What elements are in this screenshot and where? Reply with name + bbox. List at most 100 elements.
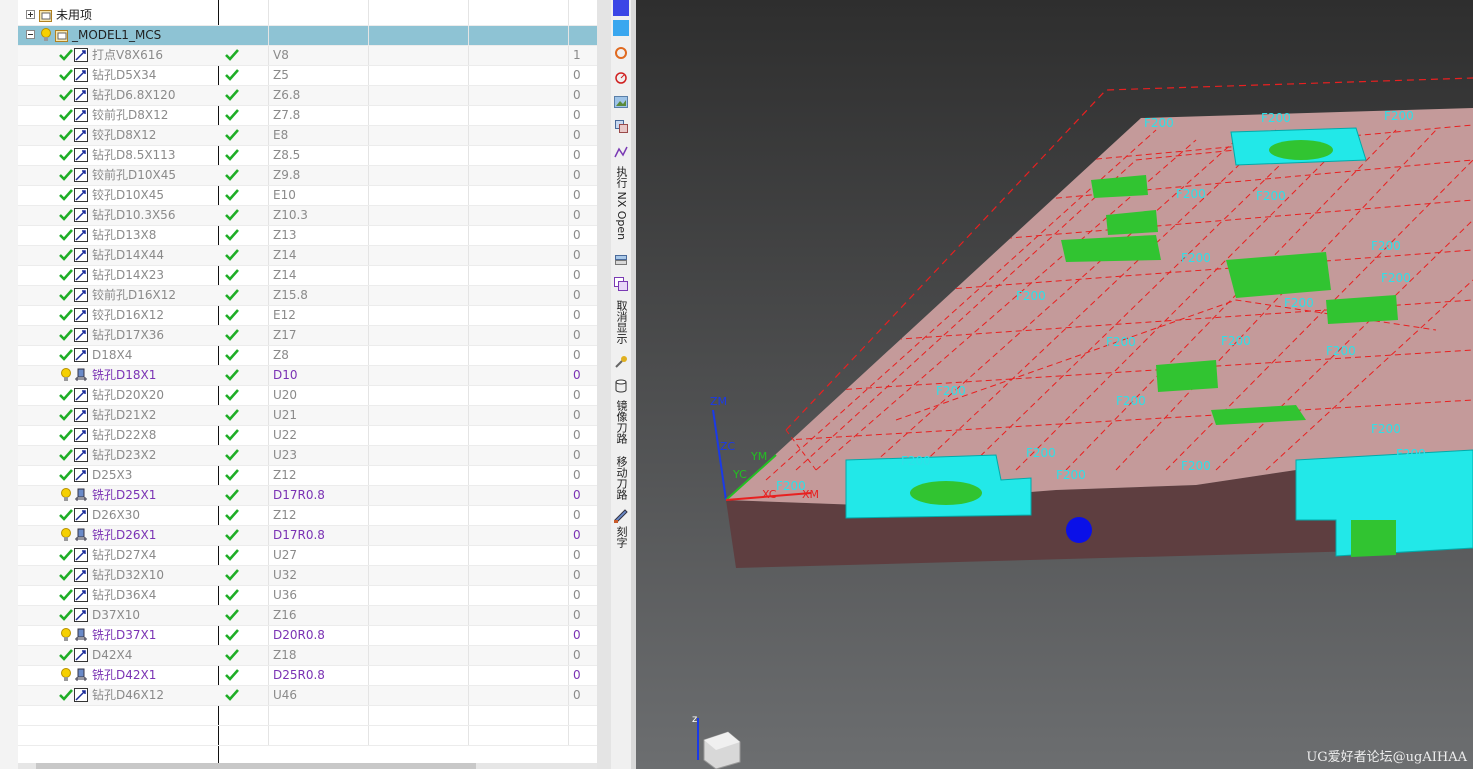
table-row[interactable]: 钻孔D27X4 U27 0	[18, 545, 597, 565]
count-value: 0	[573, 228, 581, 242]
check-icon	[58, 207, 74, 223]
tool-name: D17R0.8	[273, 488, 325, 502]
drill-operation-icon	[73, 587, 89, 603]
row-gridline	[18, 25, 597, 26]
table-row[interactable]: D25X3 Z12 0	[18, 465, 597, 485]
drill-operation-icon	[73, 287, 89, 303]
count-value: 0	[573, 68, 581, 82]
check-icon	[58, 447, 74, 463]
lightblue-square-icon[interactable]	[613, 20, 629, 36]
program-group-icon	[55, 30, 68, 42]
drill-operation-icon	[73, 67, 89, 83]
table-row[interactable]: 铣孔D26X1 D17R0.8 0	[18, 525, 597, 545]
table-row[interactable]: 钻孔D46X12 U46 0	[18, 685, 597, 705]
table-row[interactable]: 钻孔D23X2 U23 0	[18, 445, 597, 465]
left-gutter	[0, 0, 19, 769]
tool-name: U46	[273, 688, 298, 702]
tool-name: U32	[273, 568, 298, 582]
table-row[interactable]: D37X10 Z16 0	[18, 605, 597, 625]
table-row[interactable]: 钻孔D32X10 U32 0	[18, 565, 597, 585]
count-value: 0	[573, 508, 581, 522]
table-row[interactable]: 钻孔D22X8 U22 0	[18, 425, 597, 445]
row-gridline	[18, 225, 597, 226]
operation-name: D25X3	[92, 468, 133, 482]
table-row[interactable]: 钻孔D10.3X56 Z10.3 0	[18, 205, 597, 225]
row-gridline	[18, 465, 597, 466]
row-gridline	[18, 645, 597, 646]
collapse-icon[interactable]	[23, 27, 39, 43]
table-row[interactable]: 钻孔D14X23 Z14 0	[18, 265, 597, 285]
run-nx-open-button[interactable]: 执行 NX Open	[613, 166, 629, 240]
splitter[interactable]	[597, 0, 611, 769]
table-row[interactable]: 铣孔D37X1 D20R0.8 0	[18, 625, 597, 645]
table-row[interactable]: 铣孔D25X1 D17R0.8 0	[18, 485, 597, 505]
table-row[interactable]: D18X4 Z8 0	[18, 345, 597, 365]
operation-name: 铣孔D18X1	[92, 368, 157, 382]
drill-operation-icon	[73, 327, 89, 343]
table-row[interactable]: 打点V8X616 V8 1	[18, 45, 597, 65]
tool-name: E10	[273, 188, 296, 202]
table-row[interactable]: 铰孔D8X12 E8 0	[18, 125, 597, 145]
table-row[interactable]: D26X30 Z12 0	[18, 505, 597, 525]
table-row[interactable]: 铣孔D42X1 D25R0.8 0	[18, 665, 597, 685]
table-row[interactable]: 钻孔D36X4 U36 0	[18, 585, 597, 605]
path-icon[interactable]	[613, 144, 629, 160]
table-row[interactable]: 铰前孔D8X12 Z7.8 0	[18, 105, 597, 125]
table-row[interactable]: 钻孔D21X2 U21 0	[18, 405, 597, 425]
path-status-check-icon	[224, 347, 240, 363]
path-status-check-icon	[224, 67, 240, 83]
table-row[interactable]: 铣孔D18X1 D10 0	[18, 365, 597, 385]
column-gridline	[268, 0, 269, 745]
svg-text:F200: F200	[1221, 334, 1251, 348]
cancel-display-button[interactable]: 取消显示	[613, 300, 629, 344]
table-row[interactable]: 钻孔D6.8X120 Z6.8 0	[18, 85, 597, 105]
count-value: 1	[573, 48, 581, 62]
mirror-toolpath-button[interactable]: 镜像刀路	[613, 400, 629, 444]
operation-name: 钻孔D6.8X120	[92, 88, 176, 102]
tool-name: Z17	[273, 328, 297, 342]
operation-name: D42X4	[92, 648, 133, 662]
table-row[interactable]: 钻孔D13X8 Z13 0	[18, 225, 597, 245]
image-icon[interactable]	[613, 94, 629, 110]
move-toolpath-button[interactable]: 移动刀路	[613, 456, 629, 500]
expand-icon[interactable]	[23, 7, 39, 23]
table-row[interactable]: 钻孔D5X34 Z5 0	[18, 65, 597, 85]
drill-operation-icon	[73, 567, 89, 583]
cylinder-icon[interactable]	[613, 378, 629, 394]
table-row[interactable]: 铰孔D16X12 E12 0	[18, 305, 597, 325]
table-row[interactable]: D42X4 Z18 0	[18, 645, 597, 665]
copy-icon[interactable]	[613, 118, 629, 134]
table-row[interactable]: 铰前孔D10X45 Z9.8 0	[18, 165, 597, 185]
layers-icon[interactable]	[613, 252, 629, 268]
drill-operation-icon	[73, 307, 89, 323]
tool-name: U22	[273, 428, 298, 442]
operation-navigator[interactable]: 未用项 _MODEL1_MCS 打点V8X616 V8 1 钻孔D5X34 Z5 0 钻孔D…	[18, 0, 597, 769]
circle-icon[interactable]	[613, 45, 629, 61]
multi-window-icon[interactable]	[613, 276, 629, 292]
tool-name: Z7.8	[273, 108, 301, 122]
table-row[interactable]: 钻孔D8.5X113 Z8.5 0	[18, 145, 597, 165]
engrave-button[interactable]: 刻字	[613, 526, 629, 548]
table-row[interactable]: 钻孔D17X36 Z17 0	[18, 325, 597, 345]
scroll-thumb[interactable]	[36, 763, 476, 769]
3d-model-view[interactable]: F200 F200 F200 F200 F200 F200 F200 F200 …	[636, 0, 1473, 769]
check-icon	[58, 147, 74, 163]
engrave-icon[interactable]	[613, 508, 629, 524]
tree-node-program-group[interactable]: _MODEL1_MCS	[18, 25, 597, 45]
path-status-check-icon	[224, 447, 240, 463]
check-icon	[58, 107, 74, 123]
table-row[interactable]: 钻孔D20X20 U20 0	[18, 385, 597, 405]
table-row[interactable]: 铰前孔D16X12 Z15.8 0	[18, 285, 597, 305]
graphics-viewport[interactable]: F200 F200 F200 F200 F200 F200 F200 F200 …	[636, 0, 1473, 769]
tools-icon[interactable]	[613, 354, 629, 370]
tool-name: Z12	[273, 468, 297, 482]
horizontal-scrollbar[interactable]	[18, 763, 597, 769]
blue-square-icon[interactable]	[613, 0, 629, 16]
table-row[interactable]: 钻孔D14X44 Z14 0	[18, 245, 597, 265]
check-icon	[58, 287, 74, 303]
drill-operation-icon	[73, 87, 89, 103]
drill-operation-icon	[73, 147, 89, 163]
table-row[interactable]: 铰孔D10X45 E10 0	[18, 185, 597, 205]
timer-icon[interactable]	[613, 69, 629, 85]
tree-node-unused[interactable]: 未用项	[18, 5, 597, 25]
